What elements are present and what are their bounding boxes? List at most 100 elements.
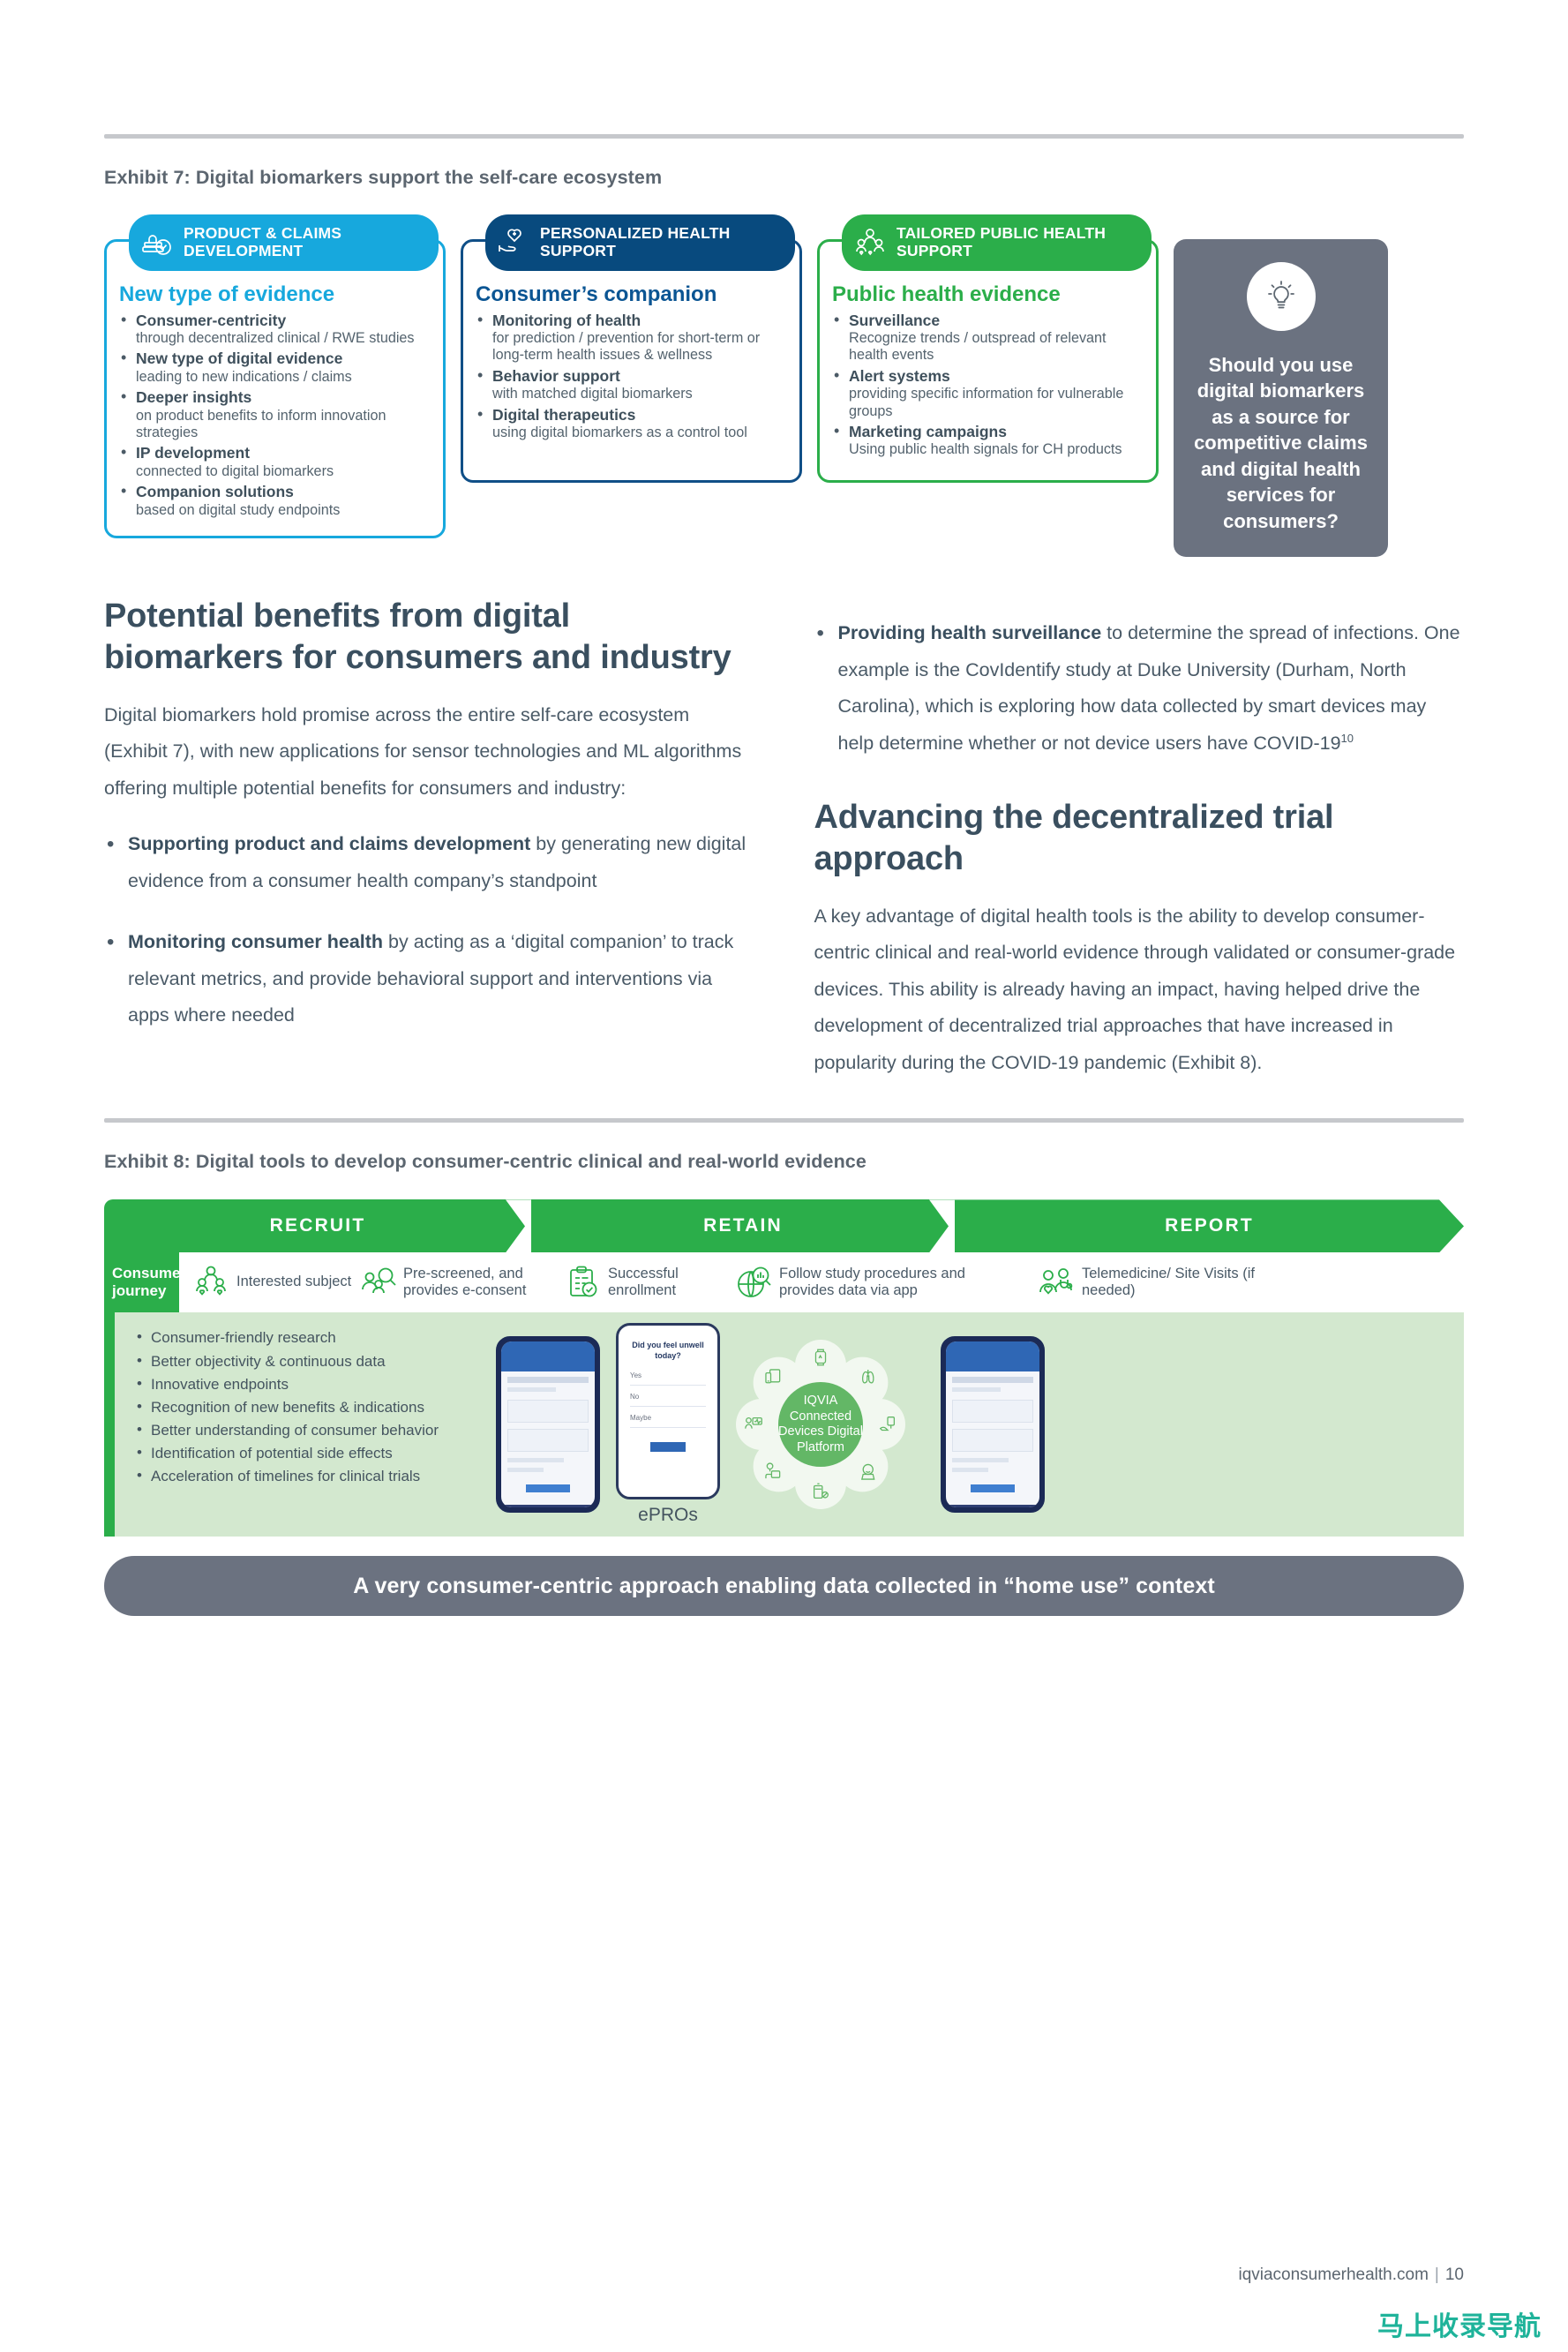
footer-separator: | [1434, 2266, 1439, 2284]
item-title: New type of digital evidence [136, 349, 343, 368]
bullet-lead: Supporting product and claims developmen… [128, 833, 531, 855]
journey-step-label: Successful enrollment [608, 1265, 679, 1299]
injector-pen-icon [873, 1414, 898, 1435]
item-sub: providing specific information for vulne… [849, 386, 1124, 419]
card-2-heading: Consumer’s companion [476, 282, 717, 306]
heart-in-hand-icon [496, 225, 531, 260]
list-item: Digital therapeuticsusing digital biomar… [476, 405, 787, 442]
phase-label: RETAIN [703, 1215, 783, 1236]
card-2-body: Consumer’s companion Monitoring of healt… [461, 239, 802, 483]
flower-core-label: IQVIA Connected Devices Digital Platform [778, 1382, 863, 1468]
card-1-tab-label: PRODUCT & CLAIMS DEVELOPMENT [184, 224, 342, 259]
epro-phone-group: Did you feel unwell today? Yes No Maybe … [616, 1323, 720, 1526]
item-title: Marketing campaigns [849, 423, 1007, 441]
item-title: Consumer-centricity [136, 311, 287, 329]
item-sub: through decentralized clinical / RWE stu… [136, 329, 415, 346]
patient-monitor-icon [743, 1414, 769, 1435]
card-3-body: Public health evidence SurveillanceRecog… [817, 239, 1159, 483]
clipboard-check-icon [563, 1263, 602, 1302]
item-title: Companion solutions [136, 483, 294, 501]
card-1-tab: PRODUCT & CLAIMS DEVELOPMENT [129, 214, 439, 271]
epro-label: ePROs [638, 1505, 698, 1526]
people-group-icon [852, 225, 888, 260]
list-item: Supporting product and claims developmen… [104, 824, 754, 899]
footer-page-number: 10 [1444, 2266, 1464, 2284]
phone-mockup-dashboard [941, 1336, 1045, 1514]
left-paragraph: Digital biomarkers hold promise across t… [104, 704, 742, 799]
journey-steps: Interested subject Pre-screened, and pro… [179, 1252, 1464, 1312]
item-title: Digital therapeutics [492, 405, 636, 424]
list-item: Marketing campaignsUsing public health s… [832, 422, 1144, 459]
list-item: Companion solutionsbased on digital stud… [119, 482, 431, 519]
card-2-tab-label: PERSONALIZED HEALTH SUPPORT [540, 224, 731, 259]
exhibit-8-green-panel: Consumer-friendly research Better object… [104, 1312, 1464, 1537]
item-title: Behavior support [492, 366, 620, 385]
journey-step-pre-screened: Pre-screened, and provides e-consent [358, 1263, 559, 1302]
bullet-lead: Providing health surveillance [837, 622, 1102, 644]
phase-label: RECRUIT [269, 1215, 366, 1236]
journey-step-telemedicine: Telemedicine/ Site Visits (if needed) [1037, 1263, 1266, 1302]
people-heart-icon [191, 1263, 230, 1302]
item-sub: leading to new indications / claims [136, 368, 352, 385]
left-bullet-list: Supporting product and claims developmen… [104, 824, 754, 1033]
inhaler-mask-icon [850, 1454, 882, 1487]
card-1-body: New type of evidence Consumer-centricity… [104, 239, 446, 538]
journey-step-label: Follow study procedures and provides dat… [779, 1265, 965, 1299]
item-sub: connected to digital biomarkers [136, 462, 334, 479]
list-item: Identification of potential side effects [134, 1441, 476, 1465]
right-paragraph: A key advantage of digital health tools … [814, 905, 1456, 1073]
card-personalized-health-support: PERSONALIZED HEALTH SUPPORT Consumer’s c… [461, 214, 802, 557]
list-item: Acceleration of timelines for clinical t… [134, 1464, 476, 1488]
epro-question: Did you feel unwell today? [632, 1341, 704, 1360]
chevron-notch-icon [929, 1199, 956, 1253]
list-item: Better understanding of consumer behavio… [134, 1418, 476, 1442]
right-column: Providing health surveillance to determi… [814, 596, 1465, 1086]
phase-report: REPORT [955, 1199, 1464, 1252]
exhibit-8-visual: Did you feel unwell today? Yes No Maybe … [485, 1312, 1464, 1537]
list-item: Recognition of new benefits & indication… [134, 1395, 476, 1419]
iqvia-connected-devices-flower: IQVIA Connected Devices Digital Platform [736, 1340, 905, 1510]
card-3-heading: Public health evidence [832, 282, 1061, 306]
left-section-heading: Potential benefits from digital biomarke… [104, 597, 731, 676]
list-item: Providing health surveillance to determi… [814, 613, 1465, 762]
exhibit-8-title: Exhibit 8: Digital tools to develop cons… [104, 1151, 867, 1173]
list-item: Consumer-friendly research [134, 1326, 476, 1349]
body-columns: Potential benefits from digital biomarke… [104, 596, 1464, 1086]
question-text: Should you use digital biomarkers as a s… [1194, 354, 1368, 532]
card-1-heading: New type of evidence [119, 282, 335, 306]
right-bullet-list: Providing health surveillance to determi… [814, 613, 1465, 762]
list-item: Alert systemsproviding specific informat… [832, 366, 1144, 420]
item-title: Deeper insights [136, 388, 252, 407]
item-sub: Recognize trends / outspread of relevant… [849, 329, 1107, 364]
item-sub: using digital biomarkers as a control to… [492, 424, 747, 440]
item-sub: with matched digital biomarkers [492, 386, 693, 402]
phone-screen [501, 1341, 595, 1508]
exhibit-7-title: Exhibit 7: Digital biomarkers support th… [104, 167, 663, 188]
list-item: IP developmentconnected to digital bioma… [119, 443, 431, 480]
tablet-phone-icon [758, 1363, 791, 1395]
item-sub: Using public health signals for CH produ… [849, 441, 1122, 458]
card-2-list: Monitoring of healthfor prediction / pre… [476, 311, 787, 442]
list-item: Monitoring of healthfor prediction / pre… [476, 311, 787, 364]
journey-step-interested-subject: Interested subject [191, 1263, 355, 1302]
list-item: Innovative endpoints [134, 1372, 476, 1396]
card-tailored-public-health-support: TAILORED PUBLIC HEALTH SUPPORT Public he… [817, 214, 1159, 557]
item-title: IP development [136, 444, 251, 462]
stamp-check-icon [139, 225, 175, 260]
phase-retain: RETAIN [531, 1199, 956, 1253]
right-section-heading: Advancing the decentralized trial approa… [814, 799, 1334, 877]
phone-mockup-app [496, 1336, 600, 1514]
chevron-notch-icon [506, 1199, 532, 1253]
journey-steps-row: Consumer journey Interested subject Pre-… [104, 1252, 1464, 1313]
document-page: Exhibit 7: Digital biomarkers support th… [0, 134, 1568, 2352]
item-sub: for prediction / prevention for short-te… [492, 329, 761, 364]
journey-row-label: Consumer journey [104, 1252, 186, 1313]
card-3-list: SurveillanceRecognize trends / outspread… [832, 311, 1144, 459]
item-title: Alert systems [849, 366, 950, 385]
journey-step-label: Telemedicine/ Site Visits (if needed) [1082, 1265, 1255, 1299]
doctor-patient-icon [1037, 1263, 1076, 1302]
card-1-list: Consumer-centricitythrough decentralized… [119, 311, 431, 519]
footer-site: iqviaconsumerhealth.com [1238, 2266, 1429, 2284]
card-product-claims-development: PRODUCT & CLAIMS DEVELOPMENT New type of… [104, 214, 446, 557]
phase-recruit: RECRUIT [104, 1199, 532, 1253]
